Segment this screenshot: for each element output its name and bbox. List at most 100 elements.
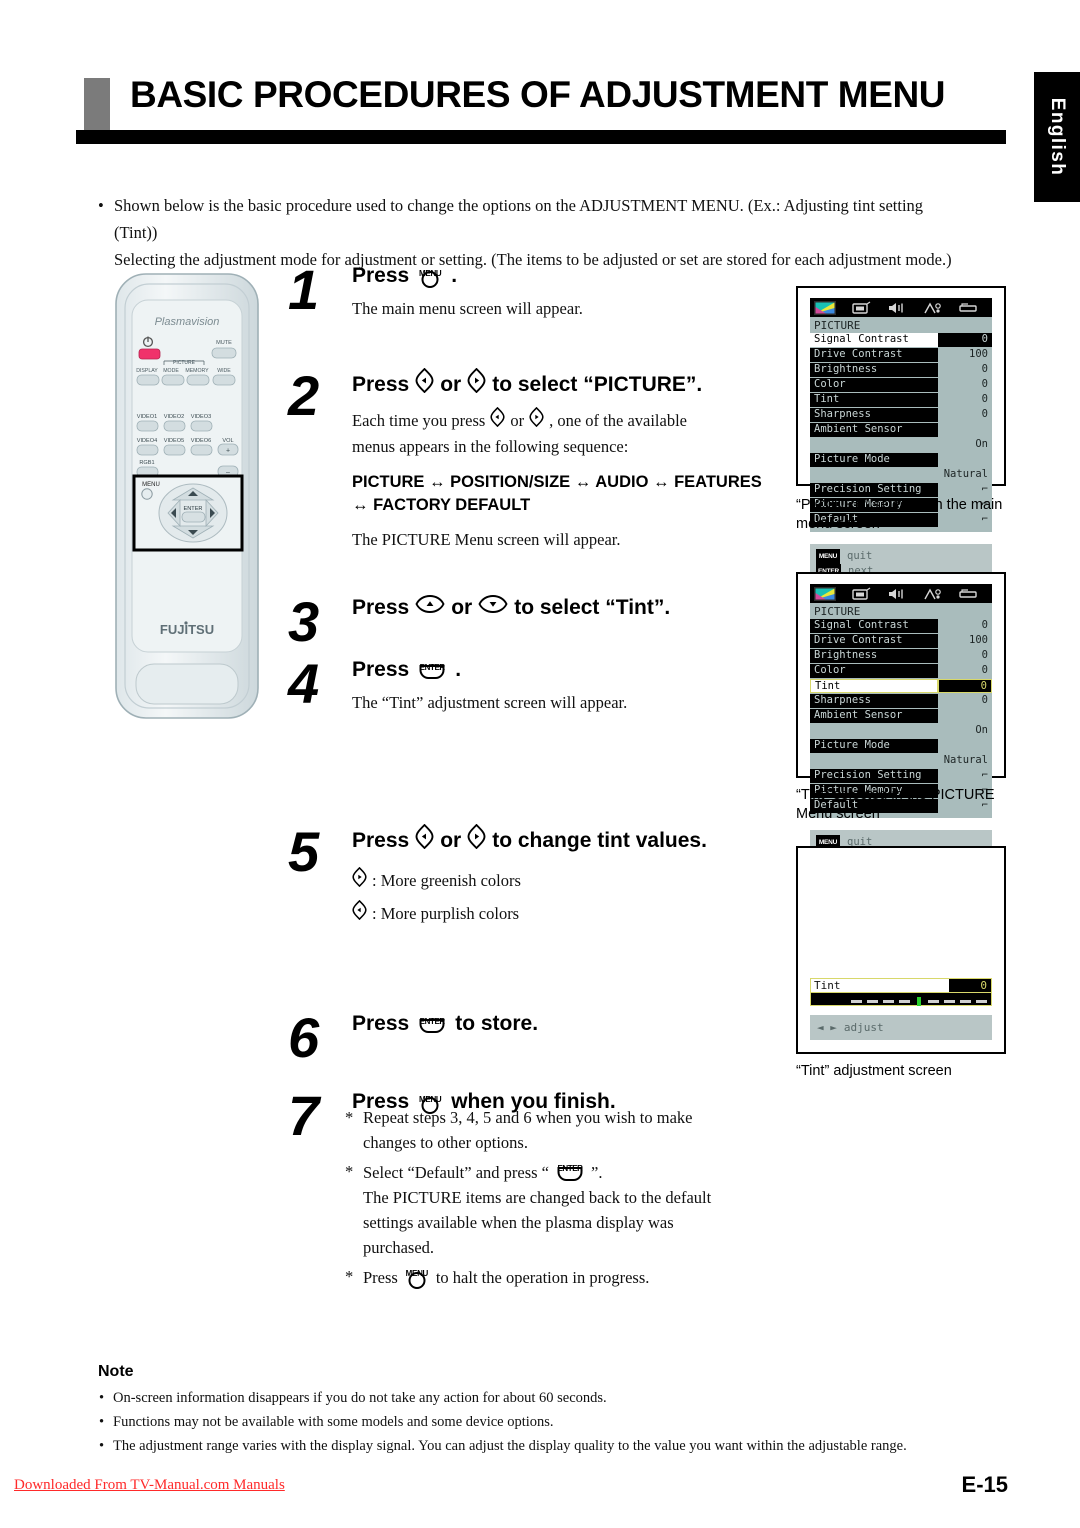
osd-row-label: Tint [810, 393, 938, 407]
step-5-press-label: Press [352, 828, 410, 852]
osd-row-color[interactable]: Color 0 [810, 378, 992, 392]
osd-row-label: Color [810, 664, 938, 678]
svg-text:FUJITSU: FUJITSU [160, 622, 214, 637]
tint-slider-knob[interactable] [917, 997, 921, 1006]
svg-text:VIDEO6: VIDEO6 [191, 438, 212, 444]
osd-row-value: 0 [938, 393, 992, 407]
footnote-1-line-1: Repeat steps 3, 4, 5 and 6 when you wish… [363, 1108, 693, 1127]
svg-text:DISPLAY: DISPLAY [136, 368, 158, 374]
footnote-2-star: * [345, 1162, 354, 1181]
osd-row-value-blank [938, 423, 992, 437]
factory-default-icon [959, 302, 977, 312]
osd-row-picture-mode[interactable]: Picture Mode [810, 739, 992, 753]
right-arrow-button-icon-greenish [352, 866, 367, 894]
step-3: 3 Press or to select “Tint”. [288, 594, 788, 650]
right-arrow-button-icon [467, 367, 486, 401]
tint-slider[interactable] [810, 993, 992, 1006]
osd-row-label: Sharpness [810, 408, 938, 422]
osd-row-precision-setting[interactable]: Precision Setting ⌐ [810, 769, 992, 783]
osd-row-color[interactable]: Color 0 [810, 664, 992, 678]
tick [899, 1000, 910, 1003]
language-tab: English [1034, 72, 1080, 202]
footnote-3: * Press MENU to halt the operation in pr… [345, 1264, 775, 1290]
footnote-1: * Repeat steps 3, 4, 5 and 6 when you wi… [345, 1105, 775, 1155]
osd-icon-bar-2 [810, 584, 992, 603]
footnote-2-line-4: purchased. [363, 1238, 435, 1257]
osd-row-drive-contrast[interactable]: Drive Contrast 100 [810, 348, 992, 362]
osd-row-signal-contrast[interactable]: Signal Contrast 0 [810, 333, 992, 347]
osd-row-picture-mode[interactable]: Picture Mode [810, 453, 992, 467]
step-1-period: . [451, 264, 458, 287]
osd-row-brightness[interactable]: Brightness 0 [810, 363, 992, 377]
osd-row-value: 0 [938, 333, 992, 347]
picture-icon [814, 586, 836, 601]
osd-row-precision-setting[interactable]: Precision Setting ⌐ [810, 483, 992, 497]
osd-icon-bar-1 [810, 298, 992, 317]
osd-screenshot-picture-menu: PICTURE Signal Contrast 0 Drive Contrast… [796, 286, 1006, 584]
osd-screenshot-tint-adjust: Tint 0 ◄ ► adjust [796, 846, 1006, 1054]
step-1-number: 1 [288, 258, 320, 321]
enter-button-icon-cap [419, 665, 445, 679]
step-4-number: 4 [288, 652, 320, 715]
osd-row-sharpness[interactable]: Sharpness 0 [810, 408, 992, 422]
note-bullet: • [99, 1414, 105, 1430]
step-2-number: 2 [288, 364, 320, 427]
svg-text:VIDEO1: VIDEO1 [137, 414, 158, 420]
step-3-press-label: Press [352, 596, 410, 619]
tint-footer: ◄ ► adjust [810, 1015, 992, 1040]
menu-button-icon-circle [421, 271, 439, 288]
osd-row-label: Precision Setting [810, 483, 938, 497]
step-3-or-label: or [451, 596, 473, 619]
osd-row-brightness[interactable]: Brightness 0 [810, 649, 992, 663]
osd-row-label: Sharpness [810, 694, 938, 708]
remote-control-illustration: Plasmavision MUTE PICTURE DISPLAY MODE M… [112, 272, 274, 724]
osd-row-spacer [810, 438, 910, 452]
enter-button-icon-note-cap [557, 1167, 583, 1181]
osd-row-sharpness[interactable]: Sharpness 0 [810, 694, 992, 708]
page-title: BASIC PROCEDURES OF ADJUSTMENT MENU [130, 74, 946, 115]
osd-row-label: Precision Setting [810, 769, 938, 783]
download-source-link[interactable]: Downloaded From TV-Manual.com Manuals [14, 1477, 285, 1494]
osd-row-signal-contrast[interactable]: Signal Contrast 0 [810, 619, 992, 633]
note-item-text: The adjustment range varies with the dis… [113, 1438, 907, 1454]
step-3-target-label: to select “Tint”. [514, 596, 671, 619]
osd-row-spacer [810, 754, 910, 768]
tint-adjust-bar: Tint 0 [810, 978, 992, 1006]
osd-row-value-blank [938, 739, 992, 753]
tint-label: Tint [814, 979, 841, 992]
tick [883, 1000, 894, 1003]
footnote-2-post: ”. [591, 1162, 603, 1182]
osd-menu-key-chip: MENU [816, 549, 840, 564]
tick [928, 1000, 939, 1003]
osd-row-drive-contrast[interactable]: Drive Contrast 100 [810, 634, 992, 648]
intro-line-1: Shown below is the basic procedure used … [114, 196, 924, 242]
step-2-description-line-2: menus appears in the following sequence: [352, 437, 629, 456]
osd-menu-key-action: quit [847, 550, 873, 562]
osd-row-value: 0 [938, 664, 992, 678]
picture-icon [814, 300, 836, 315]
osd-row-ambient-sensor[interactable]: Ambient Sensor [810, 423, 992, 437]
step-4-press-label: Press [352, 658, 410, 681]
osd-row-ambient-sensor-value: On [810, 724, 992, 738]
osd-caption-1: “PICTURE” selected in the main menu scre… [796, 496, 1026, 534]
enter-button-icon: ENTER [415, 657, 449, 683]
svg-text:MEMORY: MEMORY [185, 368, 209, 374]
step-2-sub-pre: Each time you press [352, 411, 486, 430]
osd-row-value-blank [938, 709, 992, 723]
osd-row-label: Drive Contrast [810, 634, 938, 648]
osd-row-tint[interactable]: Tint 0 [810, 393, 992, 407]
menu-button-icon-note-circle [408, 1272, 426, 1289]
osd-row-value: 100 [938, 348, 992, 362]
osd-caption-3: “Tint” adjustment screen [796, 1063, 952, 1079]
tint-value: 0 [949, 979, 991, 992]
note-section: Note • On-screen information disappears … [98, 1363, 988, 1458]
osd-row-ambient-sensor[interactable]: Ambient Sensor [810, 709, 992, 723]
tick [944, 1000, 955, 1003]
osd-caption-2-line-1: “Tint” selected in the PICTURE [796, 787, 995, 803]
left-arrow-button-icon [415, 367, 434, 401]
osd-screenshot-tint-selected: PICTURE Signal Contrast 0 Drive Contrast… [796, 572, 1006, 870]
step-6-action-label: to store. [455, 1012, 539, 1035]
osd-row-tint-selected[interactable]: Tint 0 [810, 679, 992, 693]
step-3-heading: Press or to select “Tint”. [352, 594, 788, 622]
osd-caption-2: “Tint” selected in the PICTURE Menu scre… [796, 786, 1026, 824]
